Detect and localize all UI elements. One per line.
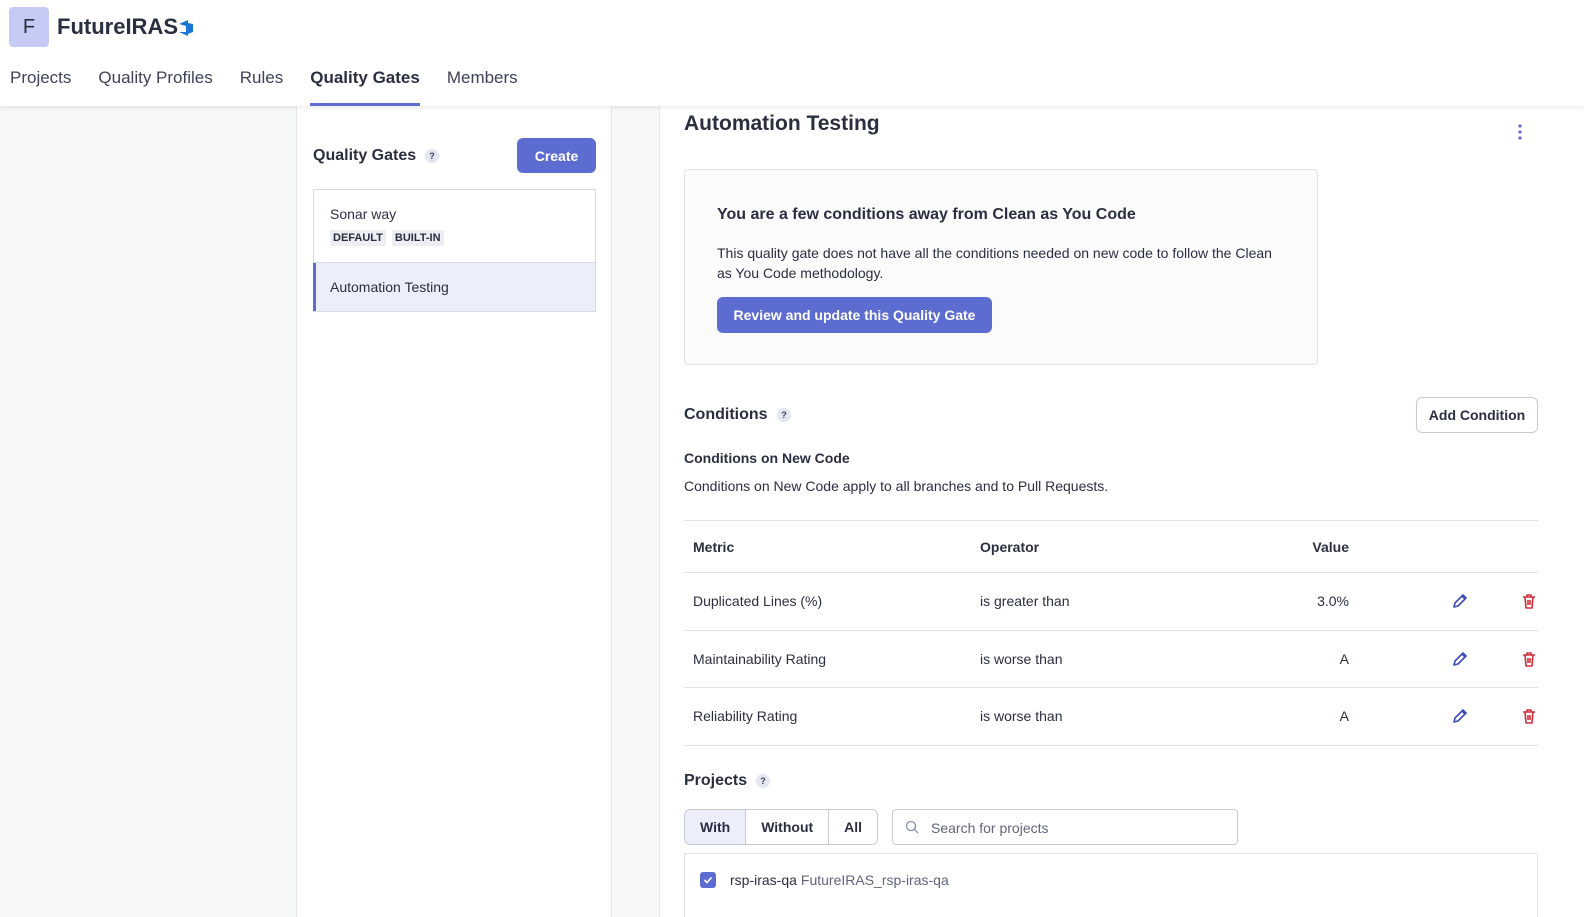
list-item: rsp-iras-qa FutureIRAS_rsp-iras-qa xyxy=(700,872,949,888)
cayc-description: This quality gate does not have all the … xyxy=(717,245,1272,281)
org-name[interactable]: FutureIRAS xyxy=(57,14,178,40)
project-filter-toggle: With Without All xyxy=(684,809,879,845)
nav-quality-profiles[interactable]: Quality Profiles xyxy=(98,68,212,106)
value-cell: 3.0% xyxy=(1317,593,1349,610)
new-code-description: Conditions on New Code apply to all bran… xyxy=(684,478,1109,494)
conditions-table: Metric Operator Value Duplicated Lines (… xyxy=(684,520,1538,746)
table-row: Maintainability Rating is worse than A xyxy=(684,631,1538,688)
project-name: rsp-iras-qa xyxy=(730,872,797,888)
review-update-button[interactable]: Review and update this Quality Gate xyxy=(717,297,992,333)
conditions-title: Conditions xyxy=(684,406,768,423)
search-input[interactable] xyxy=(931,818,1221,838)
default-tag: DEFAULT xyxy=(330,230,386,246)
header-metric: Metric xyxy=(693,538,735,555)
project-checkbox[interactable] xyxy=(700,872,716,888)
filter-all[interactable]: All xyxy=(829,810,878,844)
filter-with[interactable]: With xyxy=(685,810,747,844)
gate-tags: DEFAULT BUILT-IN xyxy=(330,230,579,246)
gate-item-sonar-way[interactable]: Sonar way DEFAULT BUILT-IN xyxy=(314,190,595,263)
delete-icon[interactable] xyxy=(1520,592,1538,610)
table-header: Metric Operator Value xyxy=(684,521,1538,573)
edit-icon[interactable] xyxy=(1451,707,1469,725)
delete-icon[interactable] xyxy=(1520,707,1538,725)
org-avatar[interactable]: F xyxy=(9,7,49,47)
gate-item-automation-testing[interactable]: Automation Testing xyxy=(313,263,595,311)
page-title: Automation Testing xyxy=(684,112,880,135)
quality-gates-sidebar: Quality Gates ? Create Sonar way DEFAULT… xyxy=(296,106,612,917)
edit-icon[interactable] xyxy=(1451,650,1469,668)
operator-cell: is worse than xyxy=(980,708,1063,725)
cayc-title: You are a few conditions away from Clean… xyxy=(717,206,1136,223)
nav-members[interactable]: Members xyxy=(447,68,518,106)
create-button[interactable]: Create xyxy=(517,138,596,173)
cayc-banner: You are a few conditions away from Clean… xyxy=(684,169,1318,365)
edit-icon[interactable] xyxy=(1451,592,1469,610)
top-bar: F FutureIRAS Projects Quality Profiles R… xyxy=(0,0,1584,106)
metric-cell: Duplicated Lines (%) xyxy=(693,593,823,610)
header-value: Value xyxy=(1312,538,1349,555)
new-code-title: Conditions on New Code xyxy=(684,450,850,466)
help-icon[interactable]: ? xyxy=(756,774,770,788)
project-key: FutureIRAS_rsp-iras-qa xyxy=(800,872,949,888)
nav-projects[interactable]: Projects xyxy=(10,68,71,106)
search-icon xyxy=(905,820,919,834)
table-row: Reliability Rating is worse than A xyxy=(684,688,1538,746)
project-search xyxy=(892,809,1238,845)
sidebar-title: Quality Gates xyxy=(313,147,417,164)
project-list: rsp-iras-qa FutureIRAS_rsp-iras-qa xyxy=(684,853,1538,917)
left-gutter xyxy=(0,106,296,917)
operator-cell: is greater than xyxy=(980,593,1070,610)
main-nav: Projects Quality Profiles Rules Quality … xyxy=(10,68,545,106)
filter-without[interactable]: Without xyxy=(746,810,830,844)
check-icon xyxy=(703,876,713,884)
header-operator: Operator xyxy=(980,538,1040,555)
value-cell: A xyxy=(1339,708,1349,725)
help-icon[interactable]: ? xyxy=(777,408,791,422)
add-condition-button[interactable]: Add Condition xyxy=(1416,397,1538,433)
delete-icon[interactable] xyxy=(1520,650,1538,668)
gate-name: Automation Testing xyxy=(330,279,449,295)
more-options-icon[interactable] xyxy=(1512,122,1528,142)
metric-cell: Reliability Rating xyxy=(693,708,798,725)
divider-gap xyxy=(612,106,660,917)
table-row: Duplicated Lines (%) is greater than 3.0… xyxy=(684,573,1538,631)
gate-list: Sonar way DEFAULT BUILT-IN Automation Te… xyxy=(313,189,596,312)
azure-devops-icon xyxy=(179,20,193,36)
gate-name: Sonar way xyxy=(330,206,397,222)
gate-details: Automation Testing You are a few conditi… xyxy=(660,106,1584,917)
projects-title: Projects xyxy=(684,772,748,789)
nav-quality-gates[interactable]: Quality Gates xyxy=(310,68,420,106)
help-icon[interactable]: ? xyxy=(425,149,439,163)
metric-cell: Maintainability Rating xyxy=(693,650,827,667)
built-in-tag: BUILT-IN xyxy=(391,230,444,246)
value-cell: A xyxy=(1339,650,1349,667)
nav-rules[interactable]: Rules xyxy=(240,68,283,106)
operator-cell: is worse than xyxy=(980,650,1063,667)
